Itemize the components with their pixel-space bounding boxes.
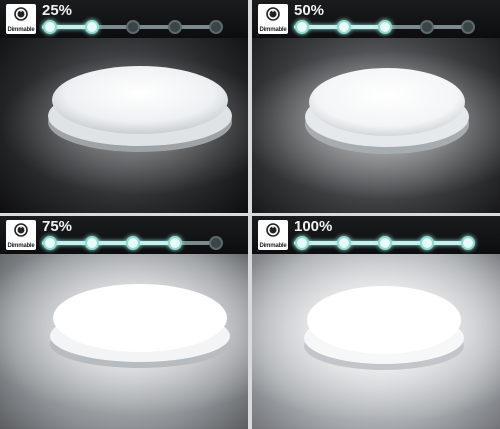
- slider-stop: [167, 236, 182, 250]
- brightness-label: 100%: [294, 218, 333, 235]
- slider-stop: [209, 20, 223, 34]
- brightness-label: 25%: [42, 2, 73, 19]
- dimmable-badge: Dimmable: [6, 4, 36, 34]
- panel-75-percent: Dimmable 75%: [0, 216, 248, 429]
- dimmable-badge: Dimmable: [6, 220, 36, 250]
- slider-stop: [126, 236, 140, 250]
- brightness-label: 75%: [42, 218, 73, 235]
- dimmer-knob-icon: [14, 223, 28, 237]
- dimmer-knob-icon: [266, 7, 280, 21]
- brightness-label: 50%: [294, 2, 325, 19]
- dimmable-label: Dimmable: [7, 243, 35, 249]
- slider-stop: [84, 20, 99, 34]
- slider-stop: [43, 20, 57, 34]
- panel-header: Dimmable 75%: [0, 216, 248, 254]
- panel-header: Dimmable 25%: [0, 0, 248, 38]
- slider-fill: [42, 241, 175, 245]
- dimmer-knob-icon: [266, 223, 280, 237]
- brightness-comparison-grid: Dimmable 25% Dimmable 50% Dimmable 75% D…: [0, 0, 500, 429]
- dimmable-label: Dimmable: [259, 243, 287, 249]
- dimmable-badge: Dimmable: [258, 4, 288, 34]
- slider-stop: [419, 236, 434, 250]
- panel-100-percent: Dimmable 100%: [252, 216, 500, 429]
- dimmable-label: Dimmable: [259, 27, 287, 33]
- slider-stop: [419, 20, 434, 34]
- slider-stop: [378, 236, 392, 250]
- slider-stop: [336, 20, 351, 34]
- slider-stop: [209, 236, 223, 250]
- slider-stop: [336, 236, 351, 250]
- slider-stop: [84, 236, 99, 250]
- panel-header: Dimmable 100%: [252, 216, 500, 254]
- panel-50-percent: Dimmable 50%: [252, 0, 500, 213]
- slider-stop: [126, 20, 140, 34]
- panel-header: Dimmable 50%: [252, 0, 500, 38]
- slider-stop: [43, 236, 57, 250]
- dimmable-badge: Dimmable: [258, 220, 288, 250]
- dimmable-label: Dimmable: [7, 27, 35, 33]
- slider-stop: [167, 20, 182, 34]
- slider-stop: [295, 20, 309, 34]
- dimmer-knob-icon: [14, 7, 28, 21]
- panel-25-percent: Dimmable 25%: [0, 0, 248, 213]
- slider-stop: [461, 20, 475, 34]
- slider-stop: [378, 20, 392, 34]
- slider-stop: [461, 236, 475, 250]
- slider-stop: [295, 236, 309, 250]
